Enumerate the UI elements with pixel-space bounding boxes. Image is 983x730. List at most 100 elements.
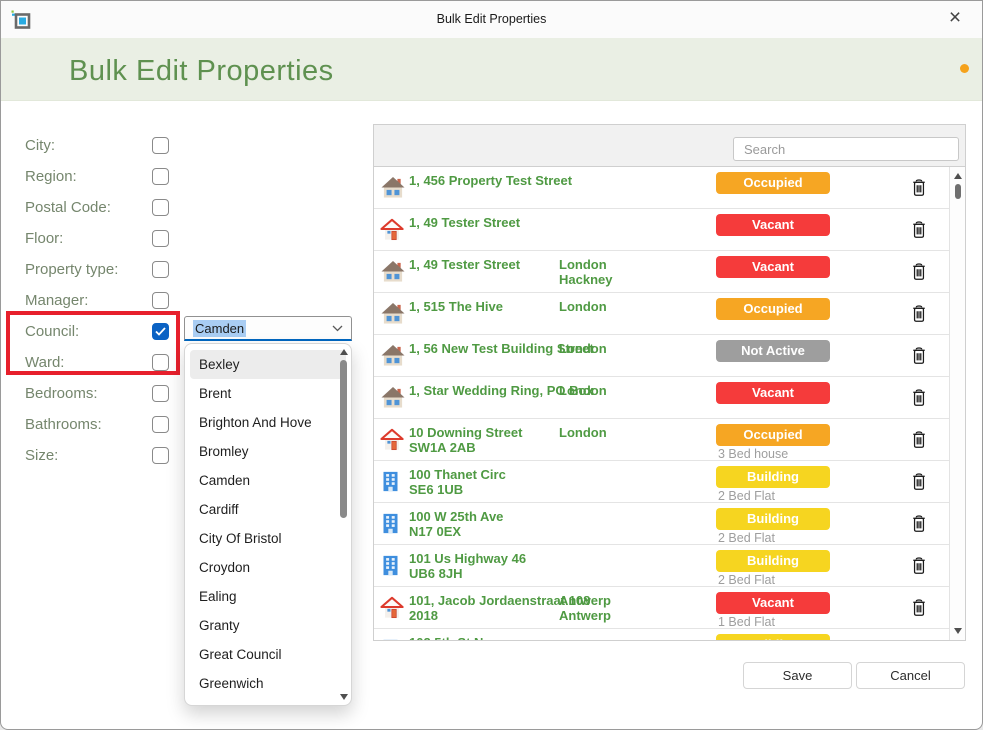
table-row[interactable]: 100 W 25th Ave N17 0EX Building 2 Bed Flat — [374, 503, 949, 545]
dropdown-option[interactable]: Camden — [185, 466, 351, 495]
property-borough: Antwerp — [559, 608, 611, 623]
status-cell: Vacant — [716, 251, 866, 292]
delete-button[interactable] — [897, 335, 941, 376]
council-combobox-value: Camden — [193, 319, 247, 337]
status-badge: Vacant — [716, 256, 830, 278]
field-checkbox[interactable] — [152, 168, 169, 185]
field-row: City: — [25, 130, 169, 161]
dropdown-option[interactable]: Croydon — [185, 553, 351, 582]
dropdown-option[interactable]: City Of Bristol — [185, 524, 351, 553]
dropdown-option[interactable]: Greenwich — [185, 669, 351, 698]
property-type-label: 2 Bed Flat — [718, 573, 775, 587]
field-checkbox[interactable] — [152, 354, 169, 371]
field-label: Postal Code: — [25, 199, 111, 216]
field-label: Bedrooms: — [25, 385, 98, 402]
dropdown-scrollbar — [339, 349, 349, 700]
delete-button[interactable] — [897, 545, 941, 586]
delete-button[interactable] — [897, 167, 941, 208]
table-row[interactable]: 1, Star Wedding Ring, PO Box London Vacant — [374, 377, 949, 419]
dropdown-option[interactable]: Granty — [185, 611, 351, 640]
address-cell: 102 5th St N — [409, 629, 559, 640]
field-label: Manager: — [25, 292, 89, 309]
delete-button[interactable] — [897, 293, 941, 334]
dropdown-option[interactable]: Brent — [185, 379, 351, 408]
city-cell — [559, 461, 716, 502]
delete-button[interactable] — [897, 251, 941, 292]
table-row[interactable]: 1, 49 Tester Street Vacant — [374, 209, 949, 251]
property-type-label: 3 Bed house — [718, 447, 789, 461]
delete-button[interactable] — [897, 209, 941, 250]
house-red-icon — [380, 209, 409, 250]
save-button[interactable]: Save — [743, 662, 852, 689]
building-icon — [380, 503, 409, 544]
field-checkbox[interactable] — [152, 385, 169, 402]
dropdown-scrollbar-thumb[interactable] — [340, 360, 347, 518]
property-city: London — [559, 383, 607, 398]
address-cell: 101, Jacob Jordaenstraat 108 2018 — [409, 587, 590, 628]
search-input[interactable] — [733, 137, 959, 161]
status-dot-icon — [960, 64, 969, 73]
status-cell: Occupied — [716, 167, 866, 208]
field-row: Postal Code: — [25, 192, 169, 223]
council-combobox[interactable]: Camden — [184, 316, 352, 341]
table-row[interactable]: 1, 49 Tester Street London Hackney Vacant — [374, 251, 949, 293]
property-postcode: SE6 1UB — [409, 482, 464, 497]
table-row[interactable]: 1, 56 New Test Building Street London Not … — [374, 335, 949, 377]
field-checkbox[interactable] — [152, 261, 169, 278]
status-cell: Occupied — [716, 293, 866, 334]
list-scrollbar-thumb[interactable] — [955, 184, 961, 199]
close-button[interactable]: × — [940, 1, 970, 38]
table-row[interactable]: 102 5th St N Building — [374, 629, 949, 640]
building-icon — [380, 461, 409, 502]
status-cell: Building 2 Bed Flat — [716, 503, 866, 545]
field-checkbox[interactable] — [152, 137, 169, 154]
dropdown-option[interactable]: Bexley — [190, 350, 346, 379]
field-row: Region: — [25, 161, 169, 192]
address-cell: 1, 56 New Test Building Street — [409, 335, 594, 376]
field-checkbox[interactable] — [152, 447, 169, 464]
table-row[interactable]: 1, 456 Property Test Street Occupied — [374, 167, 949, 209]
field-checkbox[interactable] — [152, 230, 169, 247]
scroll-down-icon[interactable] — [340, 694, 348, 700]
status-cell: Not Active — [716, 335, 866, 376]
delete-button[interactable] — [897, 419, 941, 460]
dropdown-option[interactable]: Great Council — [185, 640, 351, 669]
field-row: Council: — [25, 316, 169, 347]
property-rows: 1, 456 Property Test Street Occupied 1, 49… — [374, 167, 949, 640]
status-badge: Occupied — [716, 424, 830, 446]
field-label: Property type: — [25, 261, 119, 278]
trash-icon — [911, 514, 927, 533]
scroll-up-icon[interactable] — [954, 173, 962, 179]
field-checkbox[interactable] — [152, 323, 169, 340]
table-row[interactable]: 1, 515 The Hive London Occupied — [374, 293, 949, 335]
field-checkbox[interactable] — [152, 416, 169, 433]
scroll-up-icon[interactable] — [340, 349, 348, 355]
field-checkbox[interactable] — [152, 292, 169, 309]
delete-button[interactable] — [897, 503, 941, 544]
dropdown-option[interactable]: Brighton And Hove — [185, 408, 351, 437]
status-badge: Vacant — [716, 382, 830, 404]
status-badge: Occupied — [716, 298, 830, 320]
status-badge: Occupied — [716, 172, 830, 194]
delete-button[interactable] — [897, 587, 941, 628]
scroll-down-icon[interactable] — [954, 628, 962, 634]
table-row[interactable]: 100 Thanet Circ SE6 1UB Building 2 Bed Flat — [374, 461, 949, 503]
house-icon — [380, 377, 409, 418]
dropdown-option[interactable]: Cardiff — [185, 495, 351, 524]
table-row[interactable]: 101 Us Highway 46 UB6 8JH Building 2 Bed Fl… — [374, 545, 949, 587]
building-icon — [380, 545, 409, 586]
property-address: 1, 456 Property Test Street — [409, 173, 573, 188]
delete-button[interactable] — [897, 461, 941, 502]
cancel-button[interactable]: Cancel — [856, 662, 965, 689]
dropdown-option[interactable]: Bromley — [185, 437, 351, 466]
address-cell: 10 Downing Street SW1A 2AB — [409, 419, 559, 460]
field-label: Ward: — [25, 354, 65, 371]
field-label: City: — [25, 137, 55, 154]
table-row[interactable]: 10 Downing Street SW1A 2AB London Occupied 3… — [374, 419, 949, 461]
dropdown-option[interactable]: Ealing — [185, 582, 351, 611]
field-checkbox[interactable] — [152, 199, 169, 216]
table-row[interactable]: 101, Jacob Jordaenstraat 108 2018 Antwerp A… — [374, 587, 949, 629]
delete-button[interactable] — [897, 629, 941, 640]
delete-button[interactable] — [897, 377, 941, 418]
field-row: Size: — [25, 440, 169, 471]
